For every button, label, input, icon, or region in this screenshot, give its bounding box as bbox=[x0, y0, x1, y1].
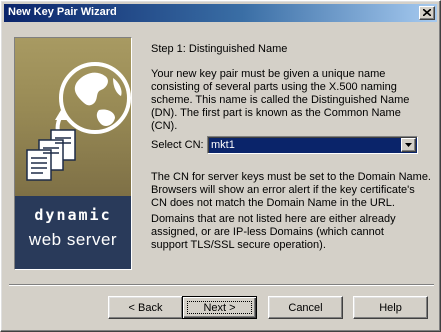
cn-selected-value: mkt1 bbox=[211, 139, 235, 151]
chevron-down-icon bbox=[405, 143, 412, 147]
close-button[interactable] bbox=[419, 6, 435, 20]
back-button[interactable]: < Back bbox=[108, 296, 183, 319]
wizard-side-banner: dynamic web server bbox=[14, 37, 132, 270]
domains-note-text: Domains that are not listed here are eit… bbox=[151, 213, 396, 251]
brand-name-line2: web server bbox=[28, 230, 118, 249]
next-button-label: Next > bbox=[203, 302, 236, 314]
cn-dropdown[interactable]: mkt1 bbox=[207, 136, 418, 154]
cn-note-text: The CN for server keys must be set to th… bbox=[151, 171, 431, 209]
cancel-button[interactable]: Cancel bbox=[268, 296, 343, 319]
title-bar[interactable]: New Key Pair Wizard bbox=[4, 4, 437, 22]
help-button-label: Help bbox=[379, 302, 402, 314]
step-title: Step 1: Distinguished Name bbox=[151, 43, 288, 55]
button-separator bbox=[9, 284, 434, 286]
close-x-icon bbox=[423, 9, 431, 16]
brand-name-line1: dynamic bbox=[34, 206, 112, 224]
next-button[interactable]: Next > bbox=[182, 296, 257, 319]
dropdown-arrow-button[interactable] bbox=[401, 138, 416, 152]
cancel-button-label: Cancel bbox=[288, 302, 323, 314]
intro-text: Your new key pair must be given a unique… bbox=[151, 68, 410, 132]
wizard-window: New Key Pair Wizard dynamic web server S… bbox=[0, 0, 441, 332]
globe-documents-icon bbox=[26, 62, 131, 181]
help-button[interactable]: Help bbox=[353, 296, 428, 319]
back-button-label: < Back bbox=[128, 302, 163, 314]
window-title: New Key Pair Wizard bbox=[8, 6, 117, 18]
select-cn-label: Select CN: bbox=[151, 139, 204, 151]
